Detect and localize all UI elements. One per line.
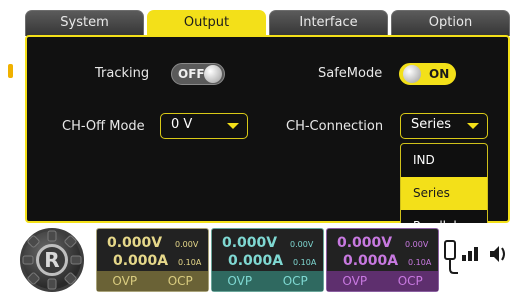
ch3-ovp: OVP — [342, 274, 368, 288]
ch2-ovp: OVP — [227, 274, 253, 288]
safemode-toggle[interactable]: ON — [399, 63, 456, 85]
status-icon-group — [444, 240, 505, 274]
ch2-set-current: 0.10A — [293, 258, 317, 267]
safemode-label: SafeMode — [318, 66, 383, 81]
option-series[interactable]: Series — [401, 177, 487, 210]
toggle-knob — [204, 65, 222, 83]
ch2-ocp: OCP — [282, 274, 308, 288]
logo-letter: R — [36, 244, 68, 276]
status-icons — [442, 237, 512, 277]
usb-icon — [444, 240, 458, 274]
ch2-voltage: 0.000V — [222, 235, 278, 251]
logo-gear-icon: R — [20, 228, 84, 292]
chevron-down-icon — [467, 123, 479, 129]
network-icon — [462, 247, 478, 261]
side-indicator — [8, 64, 13, 78]
tab-system[interactable]: System — [25, 10, 144, 36]
tab-output[interactable]: Output — [147, 10, 266, 36]
toggle-knob — [403, 65, 421, 83]
ch1-protection: OVP OCP — [97, 271, 208, 291]
ch-connection-label: CH-Connection — [286, 119, 384, 134]
speaker-icon — [490, 246, 505, 262]
ch-off-mode-select[interactable]: 0 V — [160, 113, 248, 139]
tab-interface[interactable]: Interface — [269, 10, 388, 36]
ch1-ovp: OVP — [112, 274, 138, 288]
channel-3-card[interactable]: 0.000V 0.00V 0.000A 0.10A OVP OCP — [326, 228, 439, 292]
option-ind[interactable]: IND — [401, 144, 487, 177]
status-bar: R 0.000V 0.00V 0.000A 0.10A OVP OCP 0.00… — [0, 223, 519, 293]
ch3-ocp: OCP — [397, 274, 423, 288]
ch2-set-voltage: 0.00V — [290, 240, 314, 249]
ch3-set-voltage: 0.00V — [405, 240, 429, 249]
chevron-down-icon — [227, 123, 239, 129]
tracking-state: OFF — [178, 67, 205, 81]
tab-bar: System Output Interface Option — [25, 10, 510, 36]
output-settings-screen: System Output Interface Option Tracking … — [0, 0, 519, 293]
ch1-set-voltage: 0.00V — [175, 240, 199, 249]
tab-option[interactable]: Option — [391, 10, 510, 36]
ch3-current: 0.000A — [343, 253, 399, 269]
tracking-toggle[interactable]: OFF — [171, 63, 225, 85]
tracking-label: Tracking — [95, 66, 150, 81]
ch1-set-current: 0.10A — [178, 258, 202, 267]
safemode-state: ON — [429, 67, 450, 81]
ch-off-mode-label: CH-Off Mode — [62, 119, 145, 134]
ch3-voltage: 0.000V — [337, 235, 393, 251]
ch1-current: 0.000A — [113, 253, 169, 269]
channel-1-card[interactable]: 0.000V 0.00V 0.000A 0.10A OVP OCP — [96, 228, 209, 292]
ch1-voltage: 0.000V — [107, 235, 163, 251]
ch-off-mode-value: 0 V — [171, 117, 193, 132]
ch3-set-current: 0.10A — [408, 258, 432, 267]
ch2-current: 0.000A — [228, 253, 284, 269]
ch-connection-value: Series — [411, 117, 451, 132]
ch2-protection: OVP OCP — [212, 271, 323, 291]
channel-2-card[interactable]: 0.000V 0.00V 0.000A 0.10A OVP OCP — [211, 228, 324, 292]
ch1-ocp: OCP — [167, 274, 193, 288]
ch3-protection: OVP OCP — [327, 271, 438, 291]
ch-connection-select[interactable]: Series — [400, 113, 488, 139]
